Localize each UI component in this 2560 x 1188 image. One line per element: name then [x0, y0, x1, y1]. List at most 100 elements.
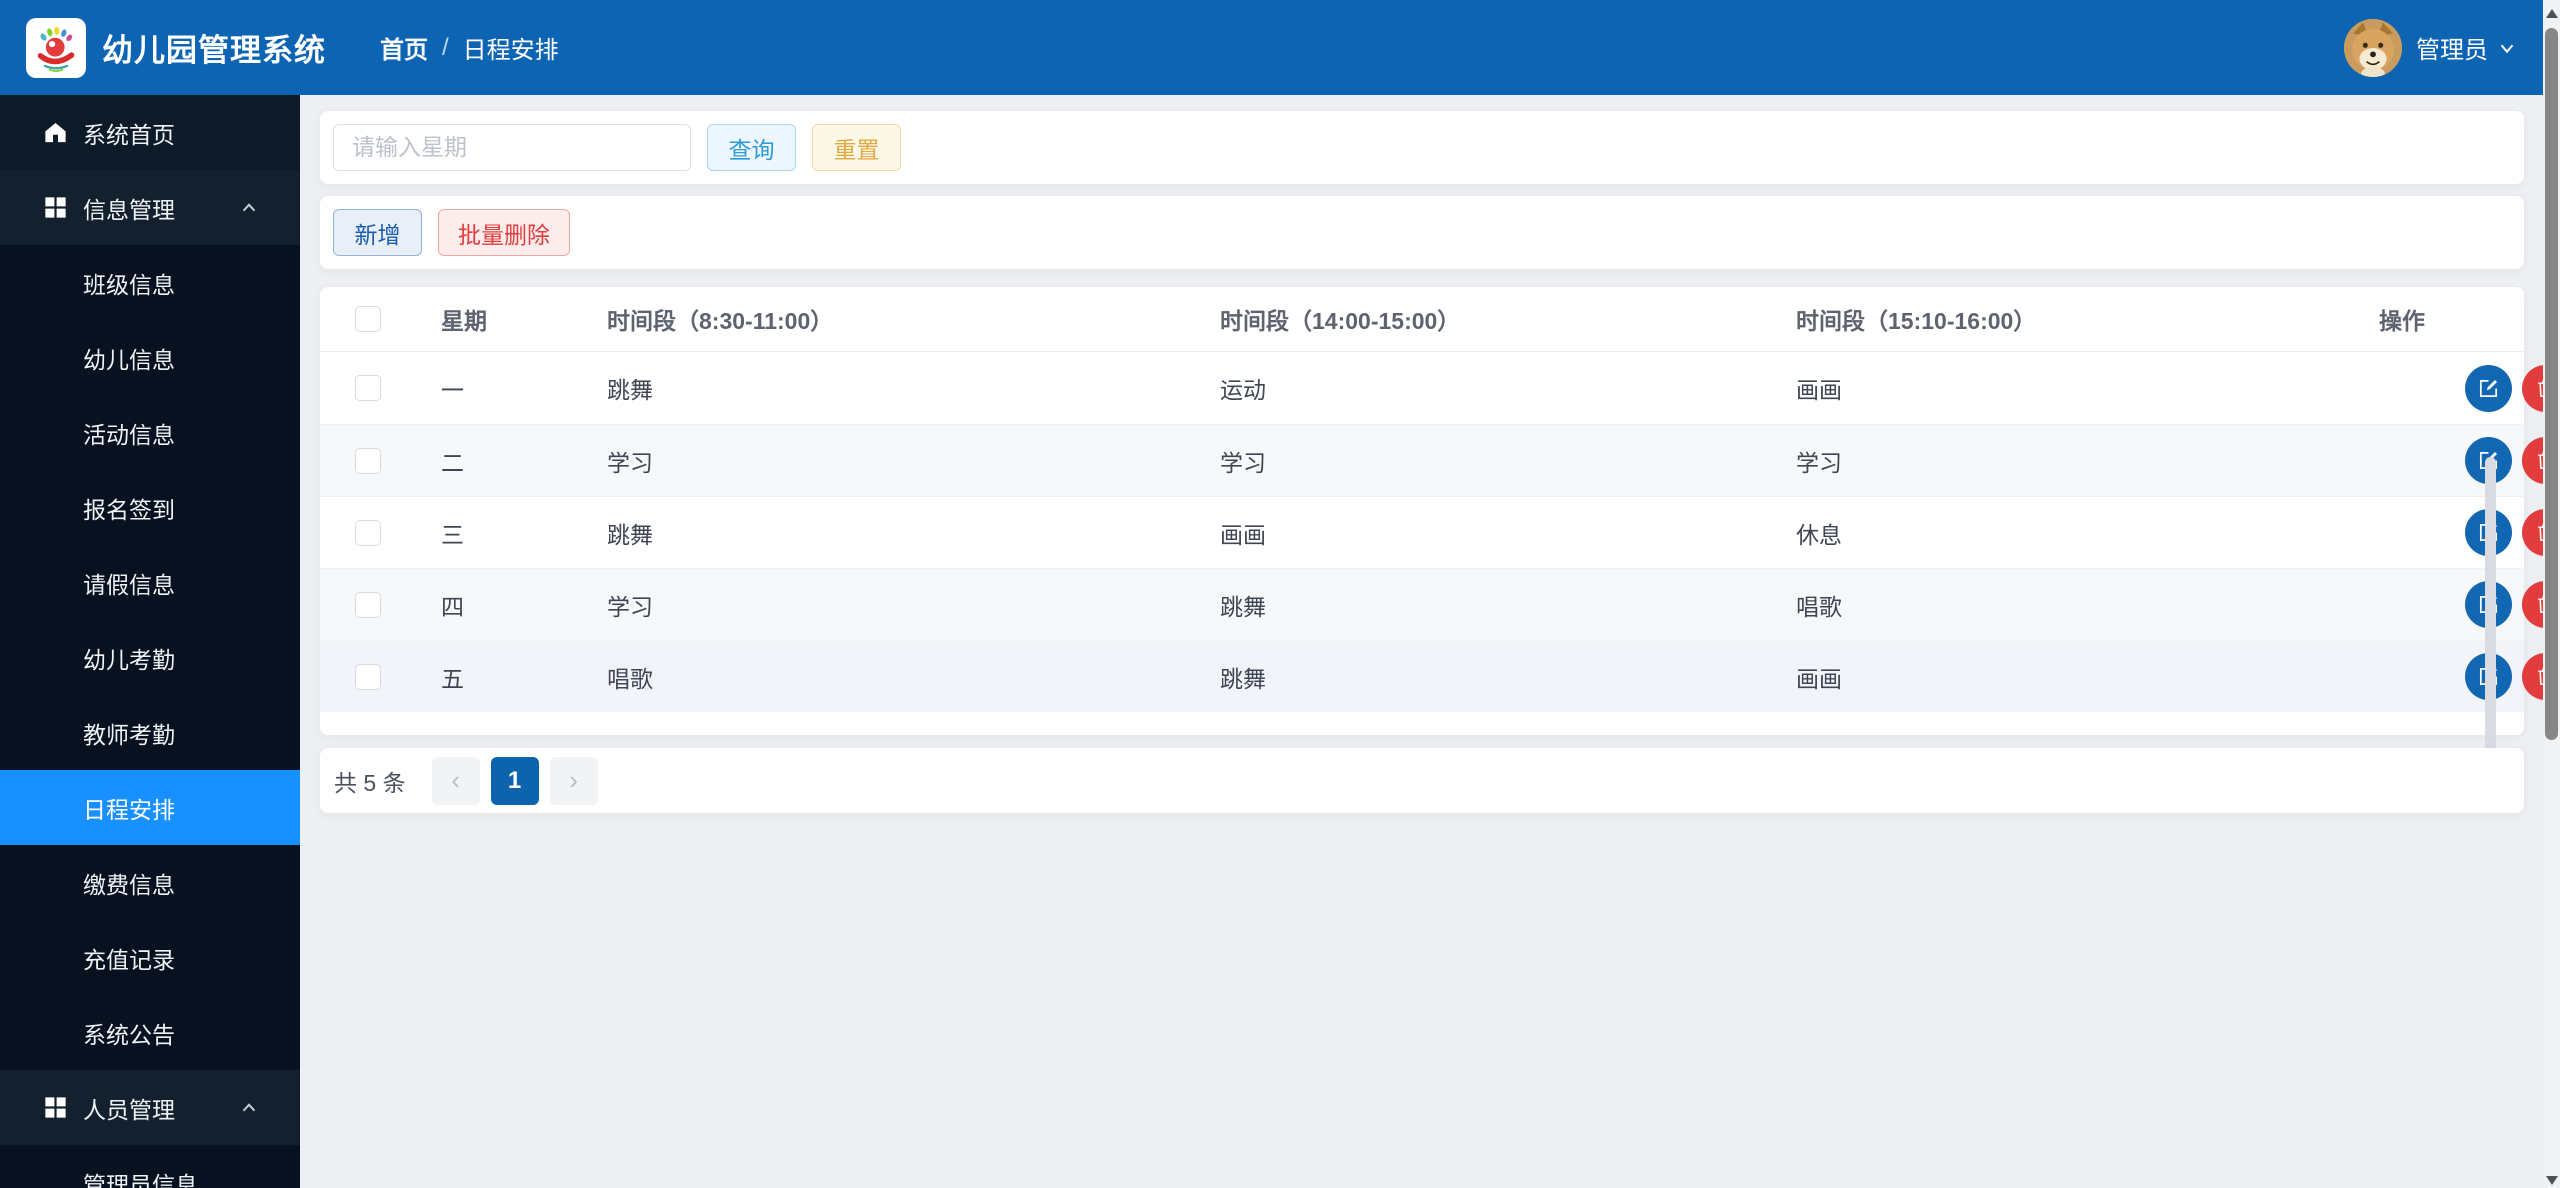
col-header-actions: 操作 [2379, 308, 2425, 334]
sidebar-item-class-info[interactable]: 班级信息 [0, 245, 300, 320]
sidebar-item-child-info[interactable]: 幼儿信息 [0, 320, 300, 395]
main-content: 查询 重置 新增 批量删除 星期 时间段（8:30-11:00） 时间段（14:… [300, 95, 2560, 1188]
row-checkbox[interactable] [355, 447, 381, 474]
cell-slot2: 运动 [1220, 377, 1266, 403]
sidebar-item-schedule-active[interactable]: 日程安排 [0, 770, 300, 845]
edit-button[interactable] [2465, 364, 2512, 412]
scrollbar-up-arrow-icon[interactable] [2546, 9, 2558, 18]
chevron-up-icon [242, 202, 256, 211]
user-menu[interactable]: 管理员 [2344, 18, 2518, 77]
cell-slot1: 跳舞 [607, 377, 653, 403]
toolbar-panel: 新增 批量删除 [320, 196, 2524, 269]
cell-slot1: 学习 [607, 449, 653, 476]
breadcrumb: 首页 / 日程安排 [380, 30, 559, 65]
sidebar-group-info-management[interactable]: 信息管理 [0, 170, 300, 245]
cell-slot2: 画画 [1220, 521, 1266, 548]
breadcrumb-current: 日程安排 [462, 37, 559, 64]
sidebar-group-label: 信息管理 [83, 196, 175, 223]
col-header-slot1: 时间段（8:30-11:00） [607, 308, 834, 334]
sidebar-item-home[interactable]: 系统首页 [0, 95, 300, 170]
sidebar-item-child-attendance[interactable]: 幼儿考勤 [0, 620, 300, 695]
cell-slot2: 学习 [1220, 449, 1266, 476]
sidebar-item-label: 系统首页 [83, 121, 175, 148]
cell-slot1: 学习 [607, 593, 653, 620]
sidebar-item-label: 幼儿考勤 [83, 646, 175, 673]
row-checkbox[interactable] [355, 591, 381, 618]
app-title: 幼儿园管理系统 [102, 33, 326, 68]
page-scrollbar[interactable] [2543, 0, 2560, 1188]
cell-slot1: 跳舞 [607, 521, 653, 548]
col-header-slot3: 时间段（15:10-16:00） [1796, 308, 2037, 334]
row-checkbox[interactable] [355, 663, 381, 690]
scrollbar-thumb[interactable] [2545, 28, 2558, 740]
pagination-prev-button[interactable]: ‹ [431, 756, 480, 805]
cell-slot3: 画画 [1796, 377, 1842, 403]
pagination-panel: 共 5 条 ‹ 1 › [320, 748, 2524, 813]
cell-week: 四 [441, 593, 464, 620]
query-button[interactable]: 查询 [707, 124, 796, 171]
avatar[interactable] [2344, 18, 2402, 77]
home-icon [45, 122, 66, 143]
sidebar-item-label: 活动信息 [83, 421, 175, 448]
sidebar-item-label: 日程安排 [83, 796, 175, 823]
sidebar-item-label: 系统公告 [83, 1021, 175, 1048]
cell-slot3: 学习 [1796, 449, 1842, 476]
scrollbar-down-arrow-icon[interactable] [2546, 1176, 2558, 1185]
app-logo [26, 17, 86, 78]
user-name: 管理员 [2416, 37, 2488, 64]
select-all-checkbox[interactable] [355, 306, 381, 332]
sidebar-item-payment-info[interactable]: 缴费信息 [0, 845, 300, 920]
table-header-row: 星期 时间段（8:30-11:00） 时间段（14:00-15:00） 时间段（… [320, 287, 2524, 352]
table-row: 三 跳舞 画画 休息 [320, 496, 2560, 568]
sidebar-item-label: 充值记录 [83, 946, 175, 973]
sidebar-item-label: 报名签到 [83, 496, 175, 523]
pagination-total: 共 5 条 [334, 769, 406, 796]
breadcrumb-home[interactable]: 首页 [380, 30, 428, 65]
sidebar-item-activity-info[interactable]: 活动信息 [0, 395, 300, 470]
cell-slot2: 跳舞 [1220, 665, 1266, 692]
reset-button[interactable]: 重置 [812, 124, 901, 171]
table-row: 四 学习 跳舞 唱歌 [320, 568, 2560, 640]
sidebar-item-label: 幼儿信息 [83, 346, 175, 373]
cell-week: 三 [441, 521, 464, 548]
table-scrollbar-thumb[interactable] [2485, 457, 2496, 797]
sidebar-item-leave-info[interactable]: 请假信息 [0, 545, 300, 620]
col-header-week: 星期 [441, 308, 487, 334]
pagination-next-button[interactable]: › [549, 756, 598, 805]
cell-week: 二 [441, 449, 464, 476]
add-button[interactable]: 新增 [333, 209, 422, 256]
sidebar-item-system-notice[interactable]: 系统公告 [0, 995, 300, 1070]
sidebar-item-admin-info[interactable]: 管理员信息 [0, 1145, 300, 1188]
sidebar-item-label: 班级信息 [83, 271, 175, 298]
cell-slot1: 唱歌 [607, 665, 653, 692]
sidebar-item-label: 缴费信息 [83, 871, 175, 898]
cell-slot2: 跳舞 [1220, 593, 1266, 620]
cell-week: 五 [441, 665, 464, 692]
sidebar-group-label: 人员管理 [83, 1096, 175, 1123]
sidebar-item-signup-checkin[interactable]: 报名签到 [0, 470, 300, 545]
table-row: 二 学习 学习 学习 [320, 424, 2560, 496]
search-panel: 查询 重置 [320, 111, 2524, 184]
schedule-table: 星期 时间段（8:30-11:00） 时间段（14:00-15:00） 时间段（… [320, 287, 2560, 797]
table-row: 五 唱歌 跳舞 画画 [320, 640, 2560, 712]
sidebar-item-teacher-attendance[interactable]: 教师考勤 [0, 695, 300, 770]
top-header: 幼儿园管理系统 首页 / 日程安排 管理员 [0, 0, 2560, 95]
batch-delete-button[interactable]: 批量删除 [438, 209, 570, 256]
table-row: 一 跳舞 运动 画画 [320, 352, 2560, 424]
sidebar-item-recharge-records[interactable]: 充值记录 [0, 920, 300, 995]
sidebar-item-label: 管理员信息 [83, 1171, 198, 1188]
week-search-input[interactable] [333, 124, 691, 171]
sidebar-nav: 系统首页 信息管理 班级信息 幼儿信息 活动信息 报名签到 请假信息 幼儿考勤 … [0, 95, 300, 1188]
row-checkbox[interactable] [355, 519, 381, 546]
sidebar-group-personnel-management[interactable]: 人员管理 [0, 1070, 300, 1145]
col-header-slot2: 时间段（14:00-15:00） [1220, 308, 1461, 334]
grid-icon [45, 197, 66, 218]
edit-icon [2479, 379, 2498, 397]
cell-slot3: 休息 [1796, 521, 1842, 548]
breadcrumb-separator: / [442, 33, 449, 61]
kindergarten-logo-icon [37, 26, 75, 72]
cell-slot3: 画画 [1796, 665, 1842, 692]
cell-slot3: 唱歌 [1796, 593, 1842, 620]
pagination-page-1[interactable]: 1 [490, 756, 539, 805]
row-checkbox[interactable] [355, 375, 381, 401]
